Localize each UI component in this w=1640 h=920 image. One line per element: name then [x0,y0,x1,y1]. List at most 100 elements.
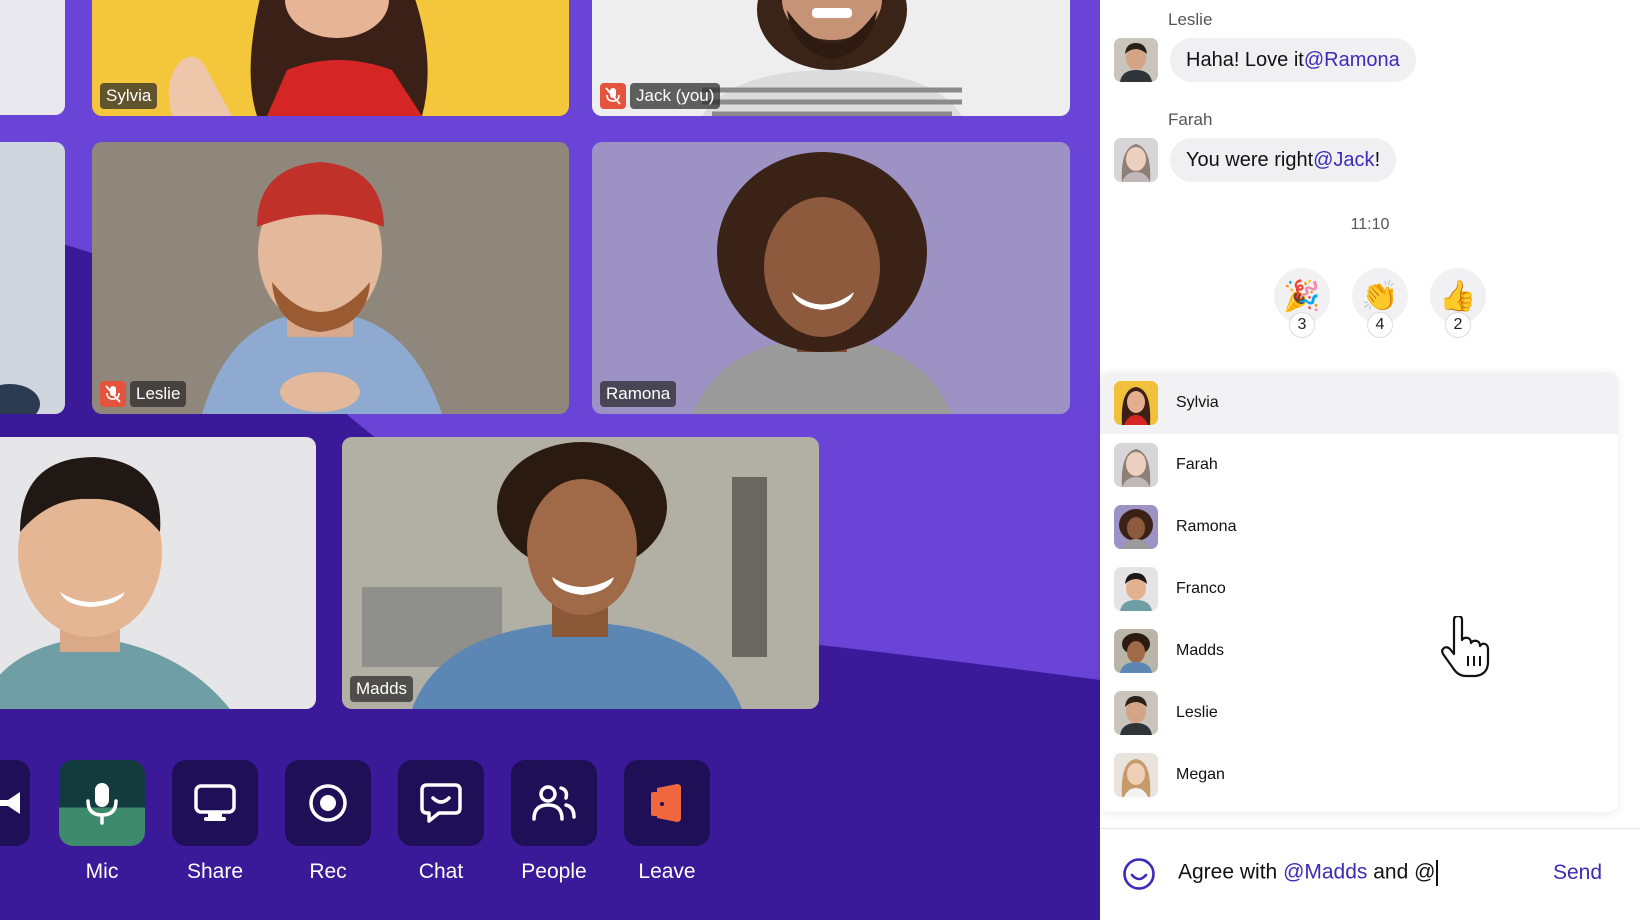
message-input-text: and @ [1367,860,1436,884]
mention-option[interactable]: Farah [1100,434,1618,496]
message-sender: Farah [1168,110,1213,129]
mention-option[interactable]: Megan [1100,744,1618,806]
message-bubble: You were right @Jack ! [1170,138,1397,182]
toolbar-mic[interactable]: Mic [59,760,145,884]
avatar-ramona [1114,505,1158,549]
mention-option[interactable]: Ramona [1100,496,1618,558]
avatar-madds [1114,629,1158,673]
people-button[interactable] [511,760,597,846]
video-tile-madds[interactable]: Madds [342,437,819,709]
toolbar-leave[interactable]: Leave [624,760,710,884]
reaction-party[interactable]: 🎉 3 [1274,268,1330,340]
pointer-hand-cursor-icon [1441,616,1490,678]
video-tile-jack[interactable]: Jack (you) [592,0,1070,116]
microphone-icon [86,783,118,825]
mic-label: Mic [85,860,119,883]
rec-label: Rec [309,860,347,883]
mention-option-name: Megan [1176,766,1225,783]
participant-name: Leslie [130,381,187,407]
record-button[interactable] [285,760,371,846]
leave-label: Leave [638,860,696,883]
reaction-bar: 🎉 3 👏 4 👍 2 [1274,268,1486,340]
toolbar-share[interactable]: Share [172,760,258,884]
message-timestamp: 11:10 [1350,216,1390,233]
message-composer: Agree with @Madds and @ Send [1100,828,1640,920]
avatar-farah [1114,443,1158,487]
toolbar-people[interactable]: People [511,760,597,884]
screen-share-icon [194,784,236,821]
participant-name: Madds [350,676,414,702]
reaction-clap[interactable]: 👏 4 [1352,268,1408,340]
mic-button[interactable] [59,760,145,846]
message-bubble: Haha! Love it @Ramona [1170,38,1416,82]
avatar-megan [1114,753,1158,797]
message-text: Haha! Love it [1186,48,1304,71]
mention-option[interactable]: Sylvia [1100,372,1618,434]
toolbar-partial-item[interactable]: m [0,760,30,884]
mic-off-icon [600,83,626,109]
toolbar-rec[interactable]: Rec [285,760,371,884]
message-sender: Leslie [1168,10,1213,29]
chat-label: Chat [418,860,464,883]
speaker-icon [0,792,20,814]
reaction-count: 3 [1289,312,1315,338]
door-exit-icon [651,784,681,822]
participant-name: Ramona [600,381,677,407]
avatar-leslie [1114,691,1158,735]
call-toolbar: m Mic Share [0,760,1100,900]
people-icon [532,785,576,821]
participant-name: Sylvia [100,83,158,109]
participant-tag: Leslie [100,381,187,407]
share-button[interactable] [172,760,258,846]
reaction-thumbs-up[interactable]: 👍 2 [1430,268,1486,340]
avatar-sylvia [1114,381,1158,425]
people-label: People [521,860,587,883]
mention-suggestions: Sylvia Farah Ramona Franco Madds Leslie … [1100,372,1618,812]
video-tile-sylvia[interactable]: Sylvia [92,0,569,116]
mic-off-icon [100,381,126,407]
video-tile-partial[interactable] [0,0,65,115]
share-label: Share [186,860,244,883]
mention-option-name: Franco [1176,580,1226,597]
video-tile-ramona[interactable]: Ramona [592,142,1070,414]
mention-option[interactable]: Madds [1100,620,1618,682]
message-input-mention: @Madds [1283,860,1368,884]
mention-option-name: Farah [1176,456,1218,473]
message-row: You were right @Jack ! [1114,138,1397,182]
participant-tag: Madds [350,676,414,702]
reaction-count: 4 [1367,312,1393,338]
participant-tag: Ramona [600,381,677,407]
mention-option-name: Ramona [1176,518,1237,535]
toolbar-chat[interactable]: Chat [398,760,484,884]
message-input-text: Agree with [1178,860,1284,884]
message-input[interactable]: Agree with @Madds and @ [1178,860,1439,886]
mention-option[interactable]: Franco [1100,558,1618,620]
mention-option[interactable]: Leslie [1100,682,1618,744]
send-button[interactable]: Send [1553,861,1602,885]
video-tile-partial[interactable] [0,142,65,414]
video-stage: Sylvia Jack (you) Leslie Ramona Madds Mi… [0,0,1100,920]
mention-option-name: Sylvia [1176,394,1219,411]
text-caret [1436,860,1439,886]
participant-name: Jack (you) [630,83,721,109]
reaction-count: 2 [1445,312,1471,338]
participant-tag: Sylvia [100,83,158,109]
toolbar-partial-button[interactable] [0,760,30,846]
message-text-tail: ! [1374,148,1381,171]
message-mention[interactable]: @Jack [1313,149,1374,172]
avatar-leslie [1114,38,1158,82]
video-tile-franco[interactable] [0,437,316,709]
chat-bubble-icon [420,783,462,823]
message-row: Haha! Love it @Ramona [1114,38,1416,82]
video-tile-leslie[interactable]: Leslie [92,142,569,414]
message-mention[interactable]: @Ramona [1304,49,1400,72]
mention-option-name: Madds [1176,642,1225,659]
participant-tag: Jack (you) [600,83,721,109]
chat-panel: Leslie Haha! Love it @Ramona Farah You w… [1100,0,1640,920]
record-icon [309,784,347,822]
leave-button[interactable] [624,760,710,846]
smiley-face-icon[interactable] [1122,857,1156,891]
toolbar-partial-label: m [0,860,30,884]
chat-button[interactable] [398,760,484,846]
mention-option-name: Leslie [1176,704,1218,721]
